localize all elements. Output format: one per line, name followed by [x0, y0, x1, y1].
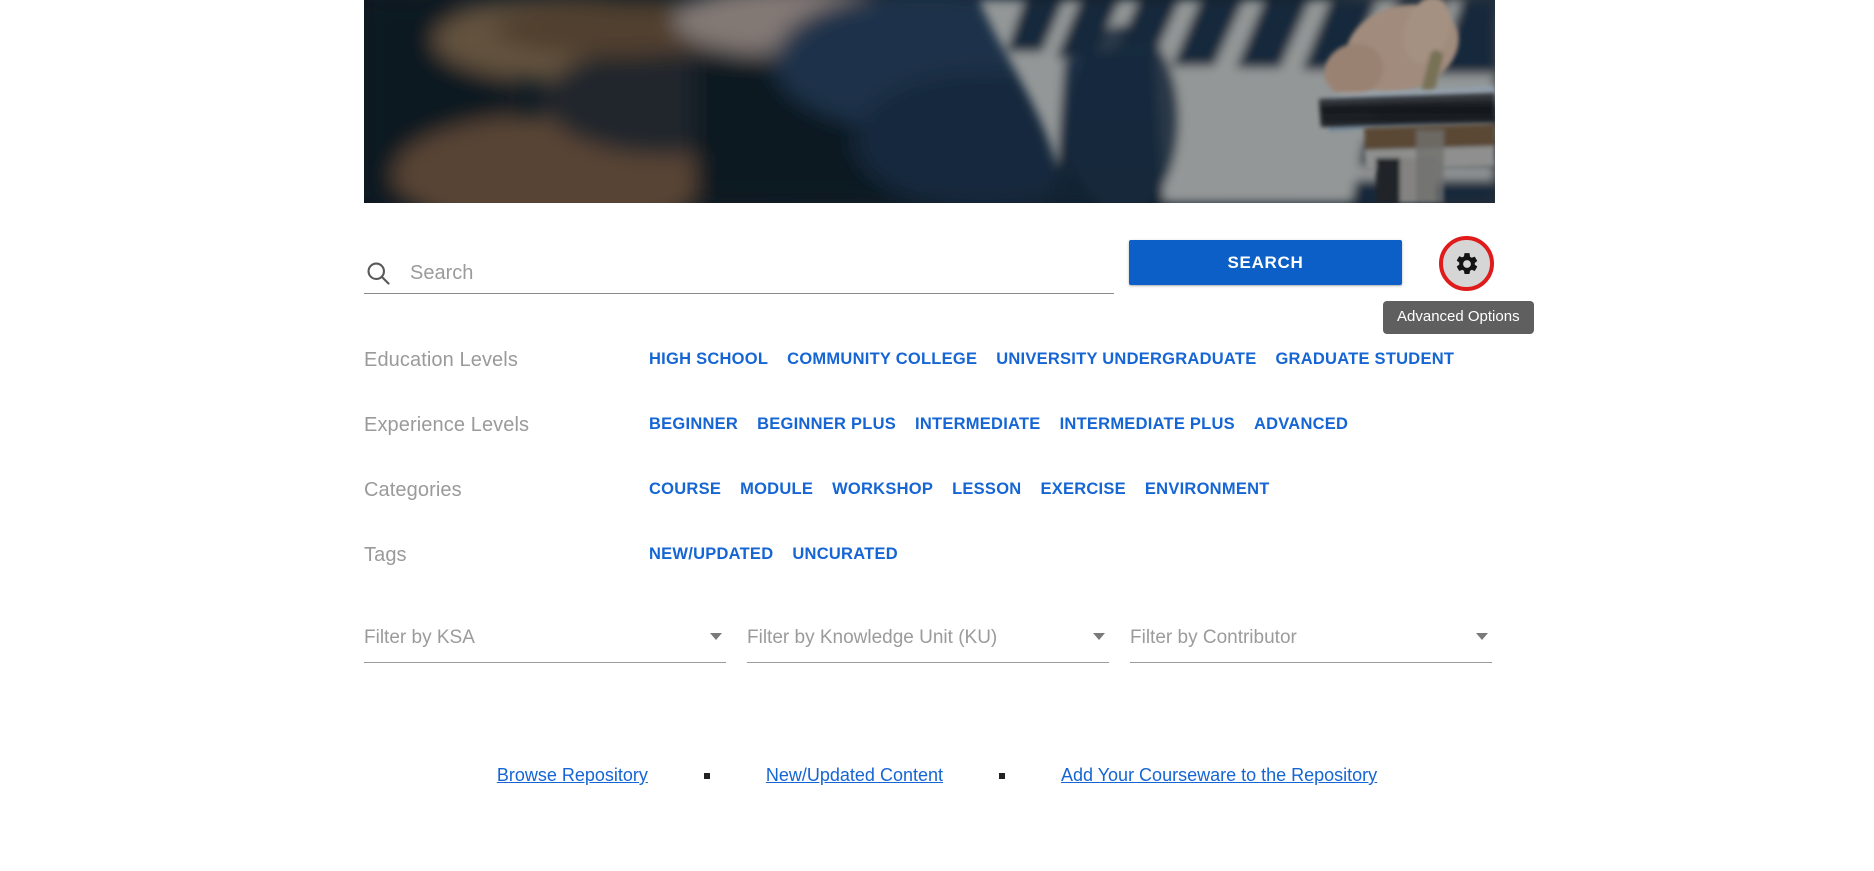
- filter-by-knowledge-unit-dropdown[interactable]: Filter by Knowledge Unit (KU): [747, 617, 1109, 663]
- dropdown-label: Filter by Knowledge Unit (KU): [747, 626, 998, 648]
- facet-link-list: COURSE MODULE WORKSHOP LESSON EXERCISE E…: [649, 480, 1270, 499]
- hero-photo-illustration: [364, 0, 1495, 203]
- facet-link-intermediate-plus[interactable]: INTERMEDIATE PLUS: [1060, 415, 1235, 434]
- facet-link-list: BEGINNER BEGINNER PLUS INTERMEDIATE INTE…: [649, 415, 1348, 434]
- chevron-down-icon: [710, 633, 722, 640]
- facet-link-high-school[interactable]: HIGH SCHOOL: [649, 350, 768, 369]
- facet-link-environment[interactable]: ENVIRONMENT: [1145, 480, 1270, 499]
- facet-link-module[interactable]: MODULE: [740, 480, 813, 499]
- dropdown-filter-row: Filter by KSA Filter by Knowledge Unit (…: [364, 617, 1495, 663]
- facet-row-tags: Tags NEW/UPDATED UNCURATED: [364, 540, 1495, 605]
- search-button[interactable]: SEARCH: [1129, 240, 1402, 285]
- chevron-down-icon: [1476, 633, 1488, 640]
- facet-label: Categories: [364, 479, 462, 501]
- facet-filters: Education Levels HIGH SCHOOL COMMUNITY C…: [364, 345, 1495, 605]
- hero-banner-image: [364, 0, 1495, 203]
- footer-link-browse-repository[interactable]: Browse Repository: [497, 765, 648, 786]
- advanced-options-button[interactable]: [1439, 236, 1494, 291]
- dropdown-label: Filter by Contributor: [1130, 626, 1297, 648]
- facet-link-list: NEW/UPDATED UNCURATED: [649, 545, 898, 564]
- facet-row-education-levels: Education Levels HIGH SCHOOL COMMUNITY C…: [364, 345, 1495, 410]
- chevron-down-icon: [1093, 633, 1105, 640]
- facet-link-university-undergraduate[interactable]: UNIVERSITY UNDERGRADUATE: [996, 350, 1256, 369]
- search-field[interactable]: [364, 248, 1114, 294]
- dropdown-label: Filter by KSA: [364, 626, 475, 648]
- footer-link-new-updated-content[interactable]: New/Updated Content: [766, 765, 943, 786]
- facet-link-community-college[interactable]: COMMUNITY COLLEGE: [787, 350, 977, 369]
- facet-link-course[interactable]: COURSE: [649, 480, 721, 499]
- facet-link-lesson[interactable]: LESSON: [952, 480, 1021, 499]
- filter-by-contributor-dropdown[interactable]: Filter by Contributor: [1130, 617, 1492, 663]
- facet-link-list: HIGH SCHOOL COMMUNITY COLLEGE UNIVERSITY…: [649, 350, 1454, 369]
- facet-label: Education Levels: [364, 349, 518, 371]
- facet-label: Experience Levels: [364, 414, 530, 436]
- advanced-options-tooltip: Advanced Options: [1383, 301, 1534, 334]
- footer-separator-bullet: [998, 772, 1005, 779]
- advanced-options-group: Advanced Options: [1383, 236, 1534, 334]
- facet-link-intermediate[interactable]: INTERMEDIATE: [915, 415, 1041, 434]
- facet-link-workshop[interactable]: WORKSHOP: [832, 480, 933, 499]
- search-input[interactable]: [410, 260, 1114, 288]
- gear-icon: [1454, 251, 1480, 277]
- footer-links: Browse Repository New/Updated Content Ad…: [0, 765, 1874, 786]
- search-icon: [364, 259, 392, 287]
- facet-row-experience-levels: Experience Levels BEGINNER BEGINNER PLUS…: [364, 410, 1495, 475]
- search-bar-row: SEARCH Advanced Options: [364, 236, 1534, 334]
- facet-label: Tags: [364, 544, 407, 566]
- facet-link-advanced[interactable]: ADVANCED: [1254, 415, 1348, 434]
- facet-row-categories: Categories COURSE MODULE WORKSHOP LESSON…: [364, 475, 1495, 540]
- facet-link-uncurated[interactable]: UNCURATED: [792, 545, 898, 564]
- facet-link-new-updated[interactable]: NEW/UPDATED: [649, 545, 773, 564]
- facet-link-graduate-student[interactable]: GRADUATE STUDENT: [1275, 350, 1454, 369]
- page-root: SEARCH Advanced Options Education Levels…: [0, 0, 1874, 871]
- facet-link-exercise[interactable]: EXERCISE: [1040, 480, 1125, 499]
- footer-link-add-your-courseware[interactable]: Add Your Courseware to the Repository: [1061, 765, 1377, 786]
- filter-by-ksa-dropdown[interactable]: Filter by KSA: [364, 617, 726, 663]
- facet-link-beginner-plus[interactable]: BEGINNER PLUS: [757, 415, 896, 434]
- footer-separator-bullet: [703, 772, 710, 779]
- facet-link-beginner[interactable]: BEGINNER: [649, 415, 738, 434]
